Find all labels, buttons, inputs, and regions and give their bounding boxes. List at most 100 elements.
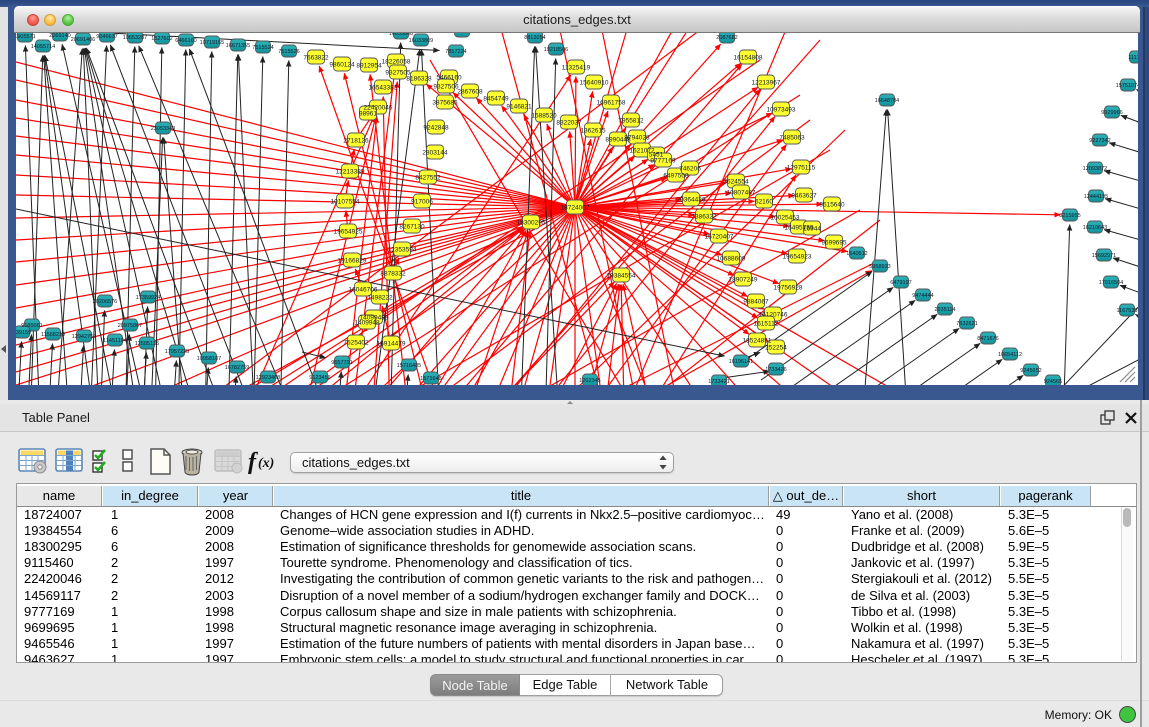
svg-text:15751074: 15751074 — [1116, 83, 1138, 89]
svg-text:19756928: 19756928 — [774, 285, 803, 292]
svg-text:78572: 78572 — [454, 33, 469, 35]
svg-text:9474444: 9474444 — [912, 293, 933, 299]
svg-text:17359924: 17359924 — [136, 295, 160, 301]
svg-text:14055714: 14055714 — [31, 44, 55, 50]
svg-text:19218506: 19218506 — [544, 47, 568, 53]
svg-text:746206: 746206 — [679, 166, 701, 173]
svg-text:10107554: 10107554 — [331, 199, 360, 206]
svg-text:16671355: 16671355 — [226, 43, 250, 49]
svg-text:18226058: 18226058 — [382, 59, 411, 66]
svg-text:1202345: 1202345 — [579, 378, 600, 384]
svg-text:10719155: 10719155 — [200, 40, 224, 46]
svg-text:1362615: 1362615 — [580, 128, 606, 135]
svg-text:1167533: 1167533 — [1116, 308, 1137, 314]
svg-text:8912954: 8912954 — [356, 63, 382, 70]
svg-text:9046637: 9046637 — [96, 34, 117, 40]
svg-text:16543382: 16543382 — [369, 85, 398, 92]
svg-text:15692971: 15692971 — [1092, 253, 1116, 259]
svg-text:1498222: 1498222 — [367, 295, 393, 302]
svg-text:12505135: 12505135 — [135, 341, 159, 347]
svg-text:7515524: 7515524 — [252, 45, 273, 51]
svg-text:9657791: 9657791 — [331, 360, 352, 366]
svg-text:9146821: 9146821 — [506, 104, 532, 111]
svg-text:7663822: 7663822 — [303, 55, 329, 62]
svg-text:9123456: 9123456 — [309, 375, 330, 381]
svg-text:f: f — [248, 449, 258, 475]
svg-text:62160: 62160 — [755, 199, 773, 206]
svg-text:12444195: 12444195 — [1084, 194, 1108, 200]
svg-text:1905571: 1905571 — [16, 34, 36, 40]
svg-text:1527602: 1527602 — [151, 36, 172, 42]
svg-text:10807487: 10807487 — [727, 190, 756, 197]
svg-text:12923408: 12923408 — [256, 375, 280, 381]
svg-text:23053340: 23053340 — [151, 126, 175, 132]
svg-text:98961: 98961 — [359, 111, 377, 118]
svg-text:11568219: 11568219 — [41, 332, 65, 338]
svg-text:10973493: 10973493 — [767, 107, 796, 114]
svg-text:12975115: 12975115 — [787, 165, 816, 172]
svg-text:6466160: 6466160 — [175, 38, 196, 44]
svg-text:3624554: 3624554 — [723, 179, 749, 186]
svg-text:9794028: 9794028 — [624, 135, 650, 142]
svg-text:9515640: 9515640 — [819, 202, 845, 209]
svg-text:(x): (x) — [258, 456, 274, 471]
svg-text:7955812: 7955812 — [618, 118, 644, 125]
svg-text:20364436: 20364436 — [677, 197, 706, 204]
svg-text:9327506: 9327506 — [433, 84, 459, 91]
svg-text:12942757: 12942757 — [72, 334, 96, 340]
svg-text:19166829: 19166829 — [338, 258, 367, 265]
svg-text:1733421: 1733421 — [708, 379, 729, 385]
svg-text:111785: 111785 — [1128, 55, 1138, 61]
svg-text:9777169: 9777169 — [650, 158, 676, 165]
svg-text:16120746: 16120746 — [759, 312, 788, 319]
svg-text:9699695: 9699695 — [821, 240, 847, 247]
svg-text:252254: 252254 — [765, 345, 787, 352]
svg-text:16961758: 16961758 — [597, 100, 626, 107]
svg-text:19654923: 19654923 — [783, 254, 812, 261]
svg-text:9929966: 9929966 — [1101, 110, 1122, 116]
svg-text:939159: 939159 — [16, 330, 31, 336]
svg-text:19654925: 19654925 — [334, 229, 363, 236]
svg-text:16033808: 16033808 — [389, 33, 413, 37]
svg-text:8454749: 8454749 — [483, 96, 509, 103]
svg-text:11325419: 11325419 — [562, 65, 591, 72]
svg-text:15716485: 15716485 — [397, 363, 421, 369]
svg-text:8813054: 8813054 — [524, 35, 545, 41]
svg-text:924565: 924565 — [1044, 379, 1062, 385]
svg-text:9884067: 9884067 — [743, 299, 769, 306]
svg-text:1733426: 1733426 — [765, 367, 786, 373]
svg-text:15640910: 15640910 — [580, 80, 609, 87]
svg-text:18300295: 18300295 — [517, 220, 546, 227]
svg-text:17016504: 17016504 — [1099, 280, 1123, 286]
svg-text:3875685: 3875685 — [432, 100, 458, 107]
svg-text:1615112: 1615112 — [754, 321, 779, 328]
svg-text:16154808: 16154808 — [734, 55, 763, 62]
svg-text:917006: 917006 — [411, 199, 433, 206]
svg-text:10958107: 10958107 — [197, 356, 221, 362]
svg-text:20691406: 20691406 — [71, 37, 95, 43]
svg-text:5958923: 5958923 — [869, 264, 890, 270]
svg-text:18724007: 18724007 — [561, 205, 590, 212]
svg-text:12353594: 12353594 — [388, 247, 417, 254]
svg-text:5466160: 5466160 — [436, 75, 462, 82]
svg-text:8267130: 8267130 — [399, 224, 425, 231]
svg-text:20975867: 20975867 — [118, 323, 142, 329]
svg-text:10025453: 10025453 — [771, 215, 800, 222]
svg-text:9245652: 9245652 — [1020, 368, 1041, 374]
svg-text:17957225: 17957225 — [165, 349, 189, 355]
svg-text:16782759: 16782759 — [225, 365, 249, 371]
svg-text:7632621: 7632621 — [956, 321, 977, 327]
svg-text:10688609: 10688609 — [717, 256, 746, 263]
svg-text:9185061: 9185061 — [21, 323, 42, 329]
svg-text:16944: 16944 — [803, 226, 821, 233]
svg-text:10654112: 10654112 — [998, 352, 1022, 358]
svg-text:9242848: 9242848 — [423, 125, 449, 132]
svg-text:2087682: 2087682 — [716, 35, 737, 41]
svg-text:16196141: 16196141 — [729, 359, 753, 365]
svg-text:2069140: 2069140 — [49, 33, 70, 39]
svg-text:7485063: 7485063 — [779, 135, 805, 142]
svg-text:1409948: 1409948 — [354, 320, 380, 327]
svg-text:8215955: 8215955 — [1059, 213, 1080, 219]
svg-text:12213389: 12213389 — [336, 169, 365, 176]
svg-text:1571648: 1571648 — [420, 376, 441, 382]
